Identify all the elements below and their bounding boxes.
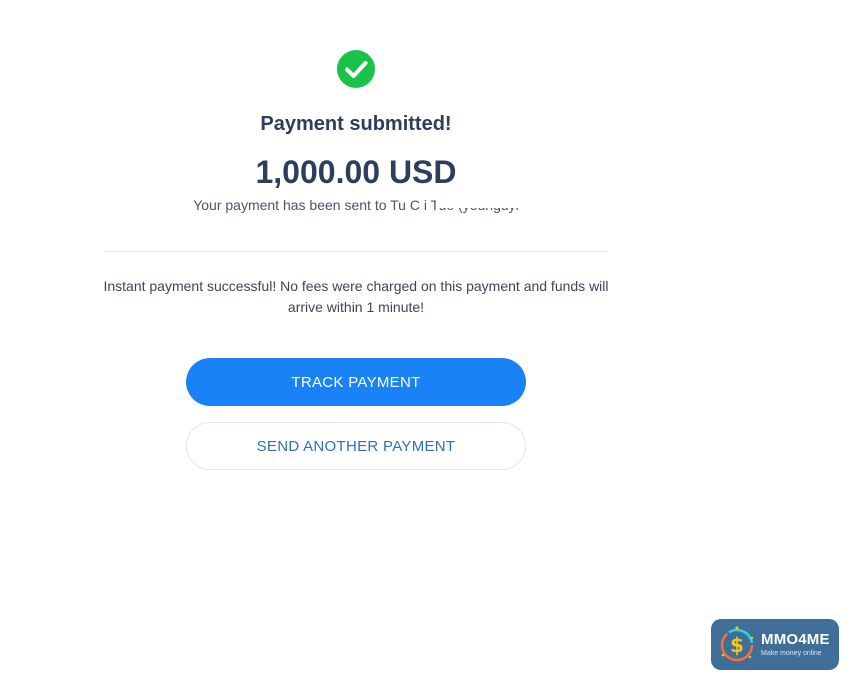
track-payment-button[interactable]: TRACK PAYMENT bbox=[186, 358, 526, 406]
recipient-info: Your payment has been sent to Tu C i Tue… bbox=[106, 196, 606, 230]
divider bbox=[105, 251, 608, 252]
check-circle-icon bbox=[337, 50, 375, 88]
payment-amount: 1,000.00 USD bbox=[255, 154, 457, 190]
confirmation-title: Payment submitted! bbox=[260, 113, 452, 135]
watermark-badge: $ MMO4ME Make money online bbox=[711, 619, 839, 670]
watermark-title: MMO4ME bbox=[761, 631, 830, 648]
send-another-payment-button[interactable]: SEND ANOTHER PAYMENT bbox=[186, 422, 526, 470]
instant-payment-note: Instant payment successful! No fees were… bbox=[103, 278, 609, 315]
watermark-subtitle: Make money online bbox=[761, 650, 822, 657]
payment-confirmation-page: Payment submitted! 1,000.00 USD Your pay… bbox=[0, 0, 854, 683]
redaction-block bbox=[236, 218, 556, 230]
dollar-logo-icon: $ bbox=[720, 625, 754, 661]
svg-text:$: $ bbox=[730, 633, 744, 657]
watermark-text: MMO4ME Make money online bbox=[761, 632, 830, 657]
redaction-block bbox=[436, 196, 546, 208]
